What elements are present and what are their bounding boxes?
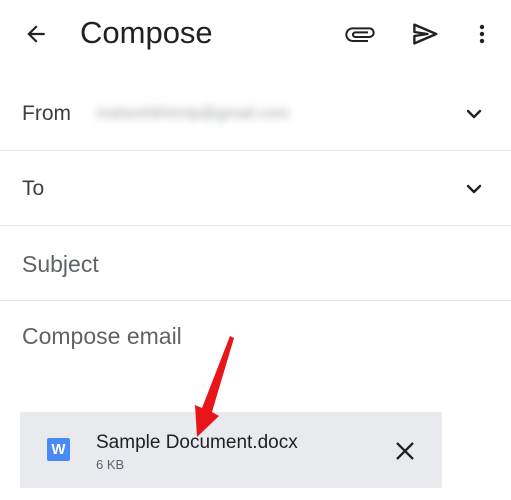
compose-email-field[interactable]: Compose email — [22, 322, 182, 350]
send-button[interactable] — [403, 14, 447, 54]
close-icon — [396, 442, 414, 460]
back-button[interactable] — [14, 14, 58, 54]
word-document-icon: W — [47, 438, 70, 461]
more-vert-icon — [479, 24, 485, 44]
annotation-arrow-icon — [195, 336, 234, 437]
from-dropdown-button[interactable] — [460, 101, 488, 127]
paperclip-icon — [345, 27, 375, 42]
to-dropdown-button[interactable] — [460, 176, 488, 202]
attach-button[interactable] — [338, 14, 382, 54]
compose-screen: Compose From maheshkhinrip@gmail.com To … — [0, 0, 511, 500]
arrow-left-icon — [27, 25, 45, 43]
chevron-down-icon — [466, 184, 482, 194]
more-options-button[interactable] — [462, 14, 502, 54]
app-bar: Compose — [0, 0, 511, 68]
send-icon — [413, 23, 438, 45]
remove-attachment-button[interactable] — [390, 436, 420, 466]
from-label: From — [22, 102, 71, 125]
subject-field[interactable]: Subject — [0, 226, 511, 301]
subject-placeholder: Subject — [22, 251, 99, 277]
page-title: Compose — [80, 15, 213, 50]
attachment-size: 6 KB — [96, 457, 125, 472]
to-row[interactable]: To — [0, 151, 511, 226]
from-email-value: maheshkhinrip@gmail.com — [96, 105, 290, 122]
chevron-down-icon — [466, 109, 482, 119]
to-label: To — [22, 177, 45, 200]
from-row[interactable]: From maheshkhinrip@gmail.com — [0, 76, 511, 151]
